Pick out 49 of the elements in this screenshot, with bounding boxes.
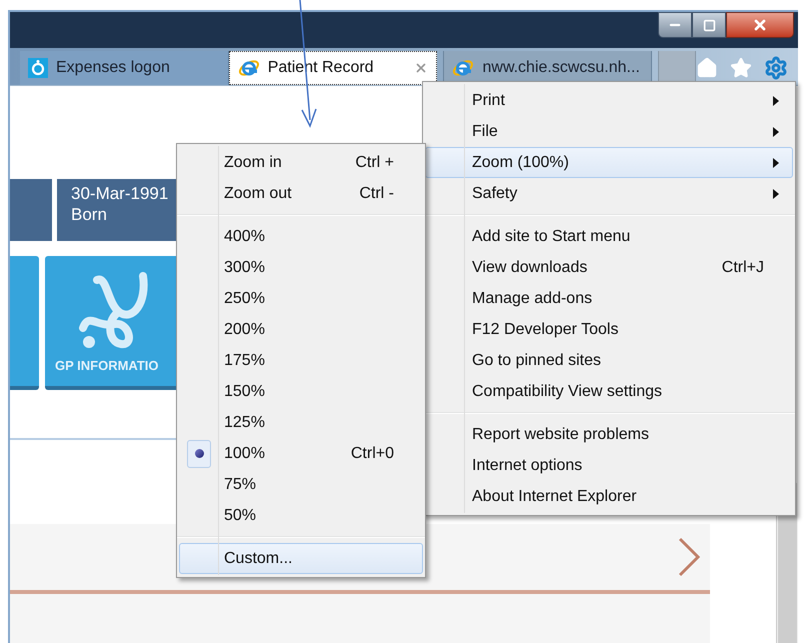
tile-value: 30-Mar-1991: [71, 183, 168, 204]
radio-indicator: [187, 440, 211, 468]
info-tile: [10, 179, 52, 241]
menu-item[interactable]: Zoom in Ctrl +: [179, 147, 423, 178]
menu-item[interactable]: Zoom out Ctrl -: [179, 178, 423, 209]
submenu-arrow-icon: [773, 158, 779, 168]
close-button[interactable]: [726, 12, 794, 38]
close-tab-icon[interactable]: [414, 61, 428, 75]
tile-label: GP INFORMATIO: [55, 357, 159, 375]
home-icon[interactable]: [696, 57, 718, 79]
menu-item[interactable]: Compatibility View settings: [425, 376, 793, 407]
close-icon: [752, 17, 768, 33]
submenu-arrow-icon: [773, 96, 779, 106]
service-tile[interactable]: [10, 256, 39, 390]
tile-label: Born: [71, 204, 107, 225]
maximize-button[interactable]: [692, 12, 726, 38]
submenu-arrow-icon: [773, 188, 779, 198]
menu-item[interactable]: F12 Developer Tools: [425, 314, 793, 345]
shortcut-label: Ctrl+0: [350, 444, 395, 464]
minimize-button[interactable]: [658, 12, 692, 38]
menu-item[interactable]: About Internet Explorer: [425, 481, 793, 512]
tab-title: nww.chie.scwcsu.nh...: [482, 58, 641, 78]
menu-item[interactable]: Go to pinned sites: [425, 345, 793, 376]
menu-item[interactable]: Internet options: [425, 450, 793, 481]
menu-item[interactable]: Print: [425, 85, 793, 116]
shortcut-label: Ctrl+J: [722, 258, 765, 278]
menu-item[interactable]: Report website problems: [425, 419, 793, 450]
menu-item[interactable]: View downloads Ctrl+J: [425, 252, 793, 283]
shortcut-label: Ctrl +: [355, 152, 395, 172]
menu-item[interactable]: 125%: [179, 407, 423, 438]
menu-item[interactable]: 50%: [179, 500, 423, 531]
ring-icon: [28, 58, 48, 78]
maximize-icon: [702, 18, 716, 32]
settings-icon[interactable]: [764, 56, 788, 80]
tab-title: Expenses logon: [56, 58, 171, 78]
menu-item[interactable]: Custom...: [179, 543, 423, 574]
star-icon[interactable]: [730, 57, 752, 79]
menu-item[interactable]: File: [425, 116, 793, 147]
menu-item[interactable]: Zoom (100%): [425, 147, 793, 178]
menu-item[interactable]: Manage add-ons: [425, 283, 793, 314]
submenu-arrow-icon: [773, 126, 779, 136]
menu-item[interactable]: 400%: [179, 221, 423, 252]
chevron-right-icon[interactable]: [678, 537, 700, 577]
browser-tab[interactable]: Expenses logon: [20, 51, 229, 85]
menu-item[interactable]: 100% Ctrl+0: [179, 438, 423, 469]
menu-item[interactable]: Safety: [425, 178, 793, 209]
menu-item[interactable]: 75%: [179, 469, 423, 500]
shortcut-label: Ctrl -: [359, 184, 395, 204]
menu-item[interactable]: Add site to Start menu: [425, 221, 793, 252]
